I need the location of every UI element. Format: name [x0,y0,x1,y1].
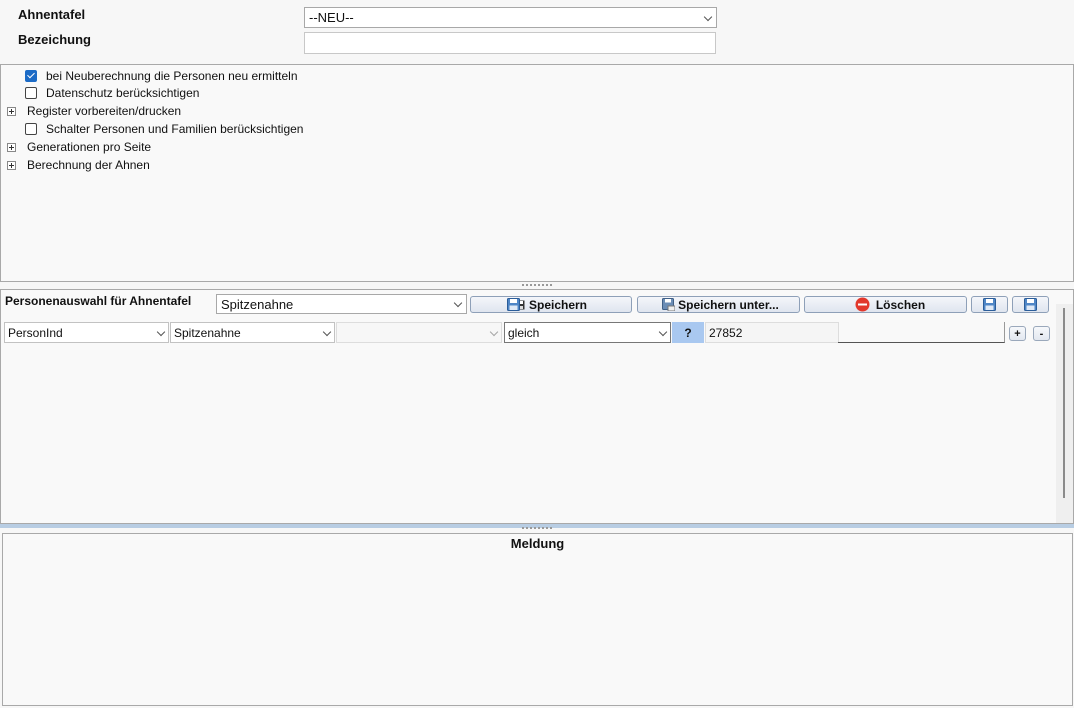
expand-plus-icon[interactable] [7,142,16,152]
filter-value-extension[interactable] [838,322,1005,343]
filter-extra-select[interactable] [336,322,502,343]
chevron-down-icon [157,329,165,337]
options-panel: bei Neuberechnung die Personen neu ermit… [0,64,1074,282]
preset-select[interactable]: Spitzenahne [216,294,467,314]
chevron-down-icon [704,14,712,22]
add-filter-button[interactable]: + [1009,326,1026,341]
vertical-scrollbar[interactable] [1056,304,1073,523]
chevron-down-icon [323,329,331,337]
option-label: Datenschutz berücksichtigen [46,86,200,100]
scrollbar-thumb[interactable] [1063,308,1065,498]
ahnentafel-select-value: --NEU-- [309,10,354,25]
filter-value-input[interactable]: 27852 [705,322,839,343]
checkbox-checked[interactable] [25,70,37,82]
option-label: Schalter Personen und Familien berücksic… [46,122,304,136]
filter-value: 27852 [709,325,743,340]
remove-filter-button[interactable]: - [1033,326,1050,341]
option-data-protection[interactable]: Datenschutz berücksichtigen [25,85,199,101]
group-register[interactable]: Register vorbereiten/drucken [7,103,181,119]
option-label: bei Neuberechnung die Personen neu ermit… [46,69,298,83]
chevron-down-icon [659,329,667,337]
group-label: Berechnung der Ahnen [27,158,150,172]
save-icon-button-2[interactable] [1012,296,1049,313]
save-icon-button-1[interactable] [971,296,1008,313]
group-generations[interactable]: Generationen pro Seite [7,139,151,155]
option-recalc-persons[interactable]: bei Neuberechnung die Personen neu ermit… [25,68,298,84]
delete-icon [855,297,870,312]
floppy-icon [983,298,996,311]
splitter-grip[interactable] [522,284,552,286]
delete-button-label: Löschen [875,297,926,312]
checkbox[interactable] [25,123,37,135]
expand-plus-icon[interactable] [7,106,16,116]
message-panel: Meldung [2,533,1073,706]
filter-field-value: PersonInd [8,325,63,340]
ahnentafel-select[interactable]: --NEU-- [304,7,717,28]
ahnentafel-label: Ahnentafel [18,7,86,22]
message-title: Meldung [510,536,565,551]
chevron-down-icon [490,329,498,337]
save-button[interactable]: Speichern [470,296,632,313]
bezeichnung-label: Bezeichung [18,32,91,47]
bezeichnung-input[interactable] [304,32,716,54]
option-switch-persons-families[interactable]: Schalter Personen und Familien berücksic… [25,121,303,137]
preset-select-value: Spitzenahne [221,296,294,312]
save-button-label: Speichern [528,297,588,312]
help-button[interactable]: ? [672,322,704,343]
chevron-down-icon [454,300,462,308]
filter-attribute-select[interactable]: Spitzenahne [170,322,335,343]
floppy-icon [1024,298,1037,311]
delete-button[interactable]: Löschen [804,296,967,313]
selection-panel: Personenauswahl für Ahnentafel Spitzenah… [0,289,1074,524]
filter-operator-select[interactable]: gleich [504,322,671,343]
save-as-icon [662,298,675,311]
filter-attribute-value: Spitzenahne [174,325,241,340]
group-label: Register vorbereiten/drucken [27,104,182,118]
checkbox[interactable] [25,87,37,99]
group-ancestor-calc[interactable]: Berechnung der Ahnen [7,157,150,173]
expand-plus-icon[interactable] [7,160,16,170]
save-as-button[interactable]: Speichern unter... [637,296,800,313]
filter-field-select[interactable]: PersonInd [4,322,169,343]
splitter-grip[interactable] [522,527,552,529]
filter-operator-value: gleich [508,325,540,340]
group-label: Generationen pro Seite [27,140,152,154]
selection-title: Personenauswahl für Ahnentafel [5,294,192,308]
floppy-icon [507,298,520,311]
save-as-button-label: Speichern unter... [678,297,779,312]
